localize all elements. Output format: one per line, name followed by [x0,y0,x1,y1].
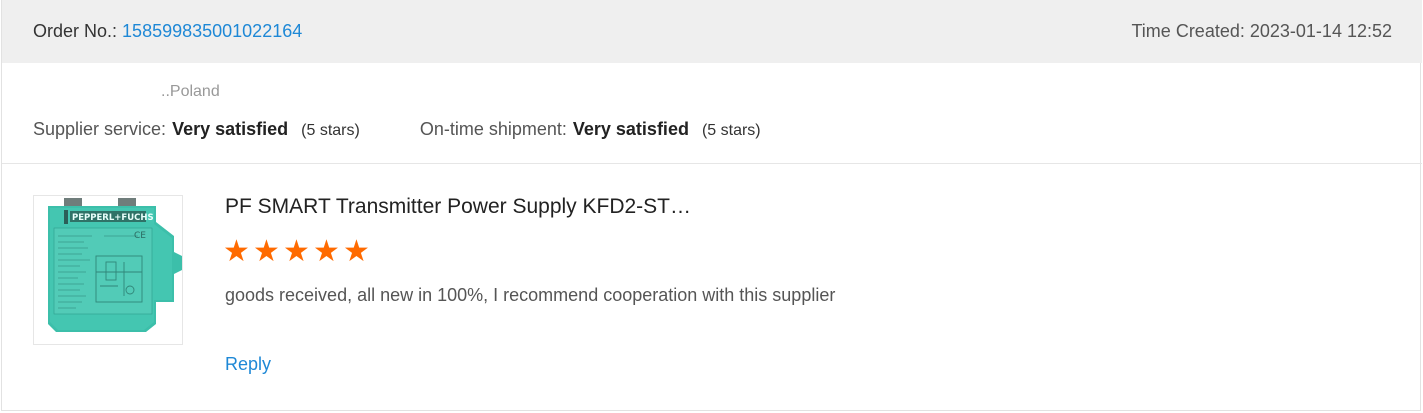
on-time-shipment-rating: On-time shipment: Very satisfied (5 star… [420,119,761,140]
order-number-group: Order No.: 158599835001022164 [33,21,302,42]
order-header: Order No.: 158599835001022164 Time Creat… [2,0,1422,63]
on-time-shipment-value: Very satisfied [572,119,689,139]
product-title[interactable]: PF SMART Transmitter Power Supply KFD2-S… [225,195,691,219]
review-comment: goods received, all new in 100%, I recom… [225,285,836,305]
supplier-ratings: Supplier service: Very satisfied (5 star… [33,119,761,140]
star-icon: ★ [223,235,250,268]
star-icon: ★ [313,235,340,268]
product-review: PEPPERL+FUCHS CE PF SMART Transmitter Po… [2,165,1422,411]
reply-link[interactable]: Reply [225,354,271,375]
on-time-shipment-stars: (5 stars) [701,122,761,139]
product-thumbnail[interactable]: PEPPERL+FUCHS CE [33,195,183,345]
buyer-info: ..Poland Supplier service: Very satisfie… [2,63,1422,164]
review-card: Order No.: 158599835001022164 Time Creat… [1,0,1422,411]
order-number-label: Order No.: [33,21,118,41]
supplier-service-stars: (5 stars) [301,122,360,139]
time-created-label: Time Created: [1131,21,1245,41]
pepperl-fuchs-module-image: PEPPERL+FUCHS CE [34,196,182,344]
supplier-service-value: Very satisfied [172,119,289,139]
star-rating: ★ ★ ★ ★ ★ [223,237,373,267]
supplier-service-rating: Supplier service: Very satisfied (5 star… [33,119,360,140]
product-image-brand: PEPPERL+FUCHS [72,213,154,223]
supplier-service-label: Supplier service: [33,119,167,139]
star-icon: ★ [253,235,280,268]
svg-text:CE: CE [134,231,146,241]
star-icon: ★ [283,235,310,268]
on-time-shipment-label: On-time shipment: [419,119,567,139]
buyer-country: ..Poland [161,83,220,100]
time-created-value: 2023-01-14 12:52 [1249,21,1392,41]
order-number-link[interactable]: 158599835001022164 [122,21,302,41]
time-created: Time Created: 2023-01-14 12:52 [1131,21,1392,42]
star-icon: ★ [343,235,370,268]
